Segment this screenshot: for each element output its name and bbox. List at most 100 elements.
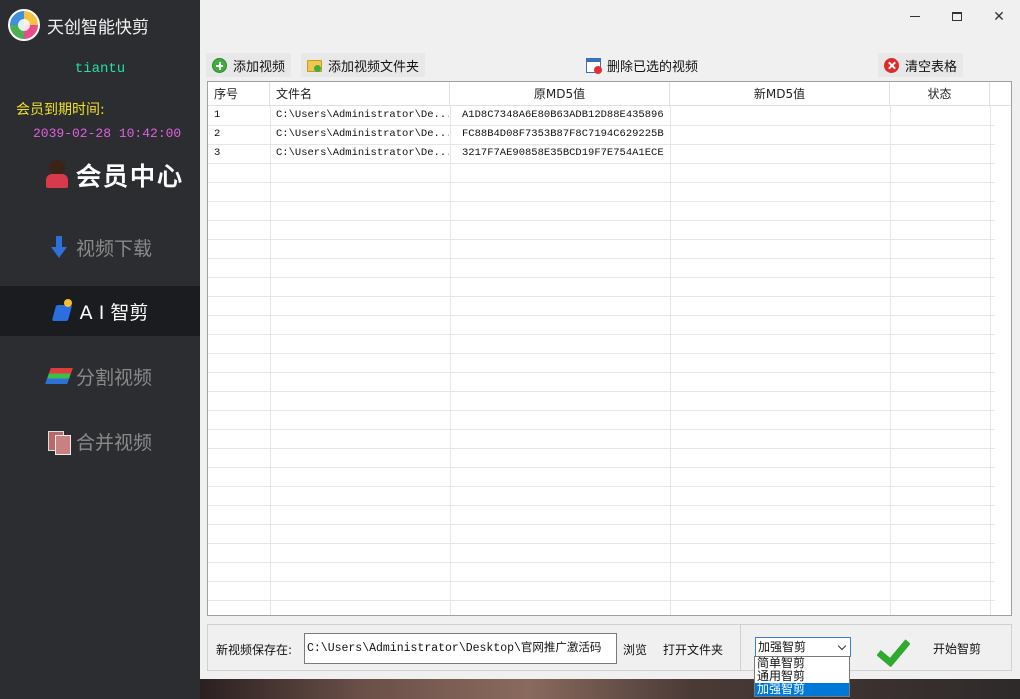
ai-cut-icon	[52, 299, 74, 323]
grid-line	[208, 562, 995, 563]
grid-line	[208, 524, 995, 525]
expire-time: 2039-02-28 10:42:00	[33, 126, 182, 141]
grid-line	[208, 410, 995, 411]
member-center-button[interactable]: 会员中心	[44, 157, 184, 193]
column-header-old-md5[interactable]: 原MD5值	[450, 82, 670, 106]
cell-status	[890, 106, 990, 125]
start-cut-label: 开始智剪	[933, 641, 982, 656]
grid-line	[208, 296, 995, 297]
grid-line	[208, 201, 995, 202]
column-header-filename[interactable]: 文件名	[270, 82, 450, 106]
delete-selected-label: 删除已选的视频	[607, 59, 699, 75]
clear-table-label: 清空表格	[905, 59, 958, 75]
cut-mode-select[interactable]: 加强智剪	[755, 637, 851, 657]
grid-line	[208, 220, 995, 221]
cell-old-md5: A1D8C7348A6E80B63ADB12D88E435896	[462, 109, 664, 121]
clear-table-button[interactable]: 清空表格	[878, 53, 964, 77]
grid-line	[208, 581, 995, 582]
nav-label: 分割视频	[75, 366, 152, 389]
start-cut-button[interactable]: 开始智剪	[879, 629, 981, 667]
cell-new-md5	[670, 144, 890, 163]
table-row[interactable]: 1 C:\Users\Administrator\De... A1D8C7348…	[208, 106, 990, 125]
table-row[interactable]: 2 C:\Users\Administrator\De... FC88B4D08…	[208, 125, 990, 144]
nav-label: 视频下载	[75, 237, 152, 260]
cell-status	[890, 125, 990, 144]
grid-line	[208, 258, 995, 259]
nav-split-video[interactable]: 分割视频	[0, 351, 200, 401]
grid-line	[208, 372, 995, 373]
member-center-label: 会员中心	[76, 162, 185, 191]
cut-mode-dropdown[interactable]: 简单智剪 通用智剪 加强智剪	[754, 656, 850, 697]
app-title: 天创智能快剪	[47, 17, 149, 38]
dropdown-option[interactable]: 加强智剪	[755, 683, 849, 696]
grid-line	[208, 315, 995, 316]
column-header-new-md5[interactable]: 新MD5值	[670, 82, 890, 106]
username: tiantu	[74, 61, 126, 77]
chevron-down-icon	[837, 641, 847, 651]
nav-ai-cut[interactable]: A I 智剪	[0, 286, 200, 336]
delete-window-icon	[586, 57, 602, 74]
nav-label: 合并视频	[75, 431, 152, 454]
grid-line	[208, 486, 995, 487]
nav-video-download[interactable]: 视频下载	[0, 222, 200, 272]
clear-x-icon	[884, 57, 899, 73]
grid-line	[208, 277, 995, 278]
nav-merge-video[interactable]: 合并视频	[0, 416, 200, 466]
grid-line	[208, 505, 995, 506]
add-circle-icon	[212, 57, 227, 73]
grid-line	[208, 429, 995, 430]
cell-filename: C:\Users\Administrator\De...	[276, 128, 450, 140]
minimize-button[interactable]	[894, 0, 936, 32]
cell-index: 2	[214, 128, 221, 140]
split-video-icon	[45, 368, 73, 384]
minimize-icon	[910, 16, 920, 17]
add-video-button[interactable]: 添加视频	[206, 53, 292, 77]
cell-status	[890, 144, 990, 163]
column-header-index[interactable]: 序号	[208, 82, 270, 106]
sidebar: 天创智能快剪 tiantu 会员到期时间: 2039-02-28 10:42:0…	[0, 0, 200, 699]
maximize-icon	[952, 11, 962, 21]
grid-line	[208, 448, 995, 449]
member-avatar-icon	[44, 160, 72, 190]
cell-filename: C:\Users\Administrator\De...	[276, 147, 450, 159]
browse-button[interactable]: 浏览	[623, 641, 647, 658]
column-header-status[interactable]: 状态	[890, 82, 990, 106]
cell-new-md5	[670, 125, 890, 144]
cell-new-md5	[670, 106, 890, 125]
cell-index: 3	[214, 147, 221, 159]
merge-video-icon	[47, 429, 71, 455]
app-logo	[8, 9, 40, 41]
folder-add-icon	[307, 60, 322, 72]
grid-line	[208, 239, 995, 240]
window-controls: ✕	[894, 0, 1020, 32]
download-arrow-icon	[48, 235, 70, 259]
background-image	[200, 679, 1020, 699]
cell-old-md5: 3217F7AE90858E35BCD19F7E754A1ECE	[462, 147, 664, 159]
cell-index: 1	[214, 109, 221, 121]
table-row[interactable]: 3 C:\Users\Administrator\De... 3217F7AE9…	[208, 144, 990, 163]
grid-line	[208, 182, 995, 183]
close-icon: ✕	[993, 7, 1005, 24]
grid-line	[208, 334, 995, 335]
grid-line	[208, 163, 995, 164]
grid-line	[208, 391, 995, 392]
cut-mode-value: 加强智剪	[758, 640, 807, 654]
main-panel: ✕ 添加视频 添加视频文件夹 删除已选的视频 清空表格 序号 文件名 原MD5值…	[200, 0, 1020, 679]
add-folder-button[interactable]: 添加视频文件夹	[301, 53, 426, 77]
open-folder-button[interactable]: 打开文件夹	[663, 641, 723, 658]
add-folder-label: 添加视频文件夹	[328, 59, 420, 75]
grid-line	[208, 600, 995, 601]
save-path-field[interactable]: C:\Users\Administrator\Desktop\官网推广激活码	[304, 633, 617, 664]
nav-label: A I 智剪	[79, 301, 149, 324]
cell-old-md5: FC88B4D08F7353B87F8C7194C629225B	[462, 128, 664, 140]
close-button[interactable]: ✕	[978, 0, 1020, 32]
cell-filename: C:\Users\Administrator\De...	[276, 109, 450, 121]
checkmark-icon	[879, 630, 915, 666]
app-header: 天创智能快剪	[8, 8, 149, 42]
video-table[interactable]: 序号 文件名 原MD5值 新MD5值 状态 1 C:\Users\Adminis…	[207, 81, 1012, 616]
delete-selected-button[interactable]: 删除已选的视频	[580, 53, 705, 77]
grid-line	[208, 467, 995, 468]
expire-label: 会员到期时间:	[16, 102, 105, 118]
maximize-button[interactable]	[936, 0, 978, 32]
grid-line	[208, 543, 995, 544]
